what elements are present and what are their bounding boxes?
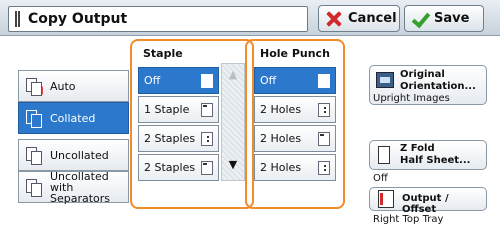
close-icon xyxy=(325,10,343,28)
collation-separators-button[interactable]: Uncollated with Separators xyxy=(18,171,129,204)
output-offset-button[interactable]: Output / Offset xyxy=(369,187,487,215)
staple-option-2-staples-top[interactable]: 2 Staples xyxy=(138,154,219,181)
save-label: Save xyxy=(434,11,470,26)
collation-separators-line2: Separators xyxy=(50,191,111,205)
orientation-line2: Orientation... xyxy=(400,81,476,92)
staple-option-label: 1 Staple xyxy=(144,103,190,116)
staple-thumbnail-icon xyxy=(201,161,213,175)
header-bar: Copy Output Cancel Save xyxy=(0,0,500,36)
collation-separators-label: Uncollated with Separators xyxy=(50,171,128,204)
collation-uncollated-label: Uncollated xyxy=(50,148,109,162)
staple-thumbnail-icon xyxy=(201,103,213,117)
page-thumbnail-icon xyxy=(318,74,330,88)
collation-auto-label: Auto xyxy=(50,79,76,93)
zfold-line1: Z Fold xyxy=(400,143,435,154)
save-button[interactable]: Save xyxy=(404,5,484,32)
zfold-value: Off xyxy=(373,173,388,184)
page-title: Copy Output xyxy=(28,11,128,27)
separators-pages-icon xyxy=(25,178,43,197)
orientation-line1: Original xyxy=(400,69,445,80)
hole-punch-option-label: 2 Holes xyxy=(260,132,302,145)
scroll-down-icon[interactable]: ▼ xyxy=(221,153,245,175)
staple-title: Staple xyxy=(143,47,183,60)
checkmark-icon xyxy=(411,10,429,28)
staple-option-label: 2 Staples xyxy=(144,161,196,174)
collation-collated-button[interactable]: Collated xyxy=(18,102,129,134)
staple-option-1-staple[interactable]: 1 Staple xyxy=(138,96,219,123)
uncollated-pages-icon xyxy=(25,146,43,165)
auto-pages-icon xyxy=(25,77,43,96)
collation-separators-line1: Uncollated with xyxy=(50,169,109,194)
title-box: Copy Output xyxy=(8,6,308,32)
hole-punch-option-label: 2 Holes xyxy=(260,161,302,174)
punch-thumbnail-icon xyxy=(318,132,330,146)
staple-option-label: 2 Staples xyxy=(144,132,196,145)
staple-option-2-staples[interactable]: 2 Staples xyxy=(138,125,219,152)
cancel-button[interactable]: Cancel xyxy=(318,5,400,32)
original-orientation-button[interactable]: Original Orientation... Upright Images xyxy=(369,65,487,105)
hole-punch-title: Hole Punch xyxy=(260,47,330,60)
collated-pages-icon xyxy=(25,109,43,128)
scroll-up-icon[interactable]: ▲ xyxy=(221,63,245,85)
collation-collated-label: Collated xyxy=(50,111,96,125)
hole-punch-option-off[interactable]: Off xyxy=(254,67,336,94)
zfold-line2: Half Sheet... xyxy=(400,155,471,166)
staple-option-off[interactable]: Off xyxy=(138,67,219,94)
hole-punch-option-label: Off xyxy=(260,74,277,87)
hole-punch-option-2-holes-right[interactable]: 2 Holes xyxy=(254,154,336,181)
menu-grip-icon xyxy=(15,11,20,27)
punch-thumbnail-icon xyxy=(318,103,330,117)
zfold-icon xyxy=(378,146,390,164)
output-value: Right Top Tray xyxy=(373,214,444,225)
hole-punch-option-2-holes[interactable]: 2 Holes xyxy=(254,96,336,123)
page-thumbnail-icon xyxy=(201,74,213,88)
punch-thumbnail-icon xyxy=(318,161,330,175)
orientation-icon xyxy=(376,72,394,88)
cancel-label: Cancel xyxy=(348,11,397,26)
hole-punch-option-label: 2 Holes xyxy=(260,103,302,116)
hole-punch-option-2-holes-top[interactable]: 2 Holes xyxy=(254,125,336,152)
output-tray-icon xyxy=(378,190,394,208)
zfold-half-sheet-button[interactable]: Z Fold Half Sheet... xyxy=(369,140,487,170)
staple-thumbnail-icon xyxy=(201,132,213,146)
staple-option-label: Off xyxy=(144,74,161,87)
collation-uncollated-button[interactable]: Uncollated xyxy=(18,139,129,171)
hole-punch-highlight xyxy=(245,39,345,209)
orientation-value: Upright Images xyxy=(373,93,450,104)
collation-auto-button[interactable]: Auto xyxy=(18,70,129,102)
output-label: Output / Offset xyxy=(402,193,449,215)
